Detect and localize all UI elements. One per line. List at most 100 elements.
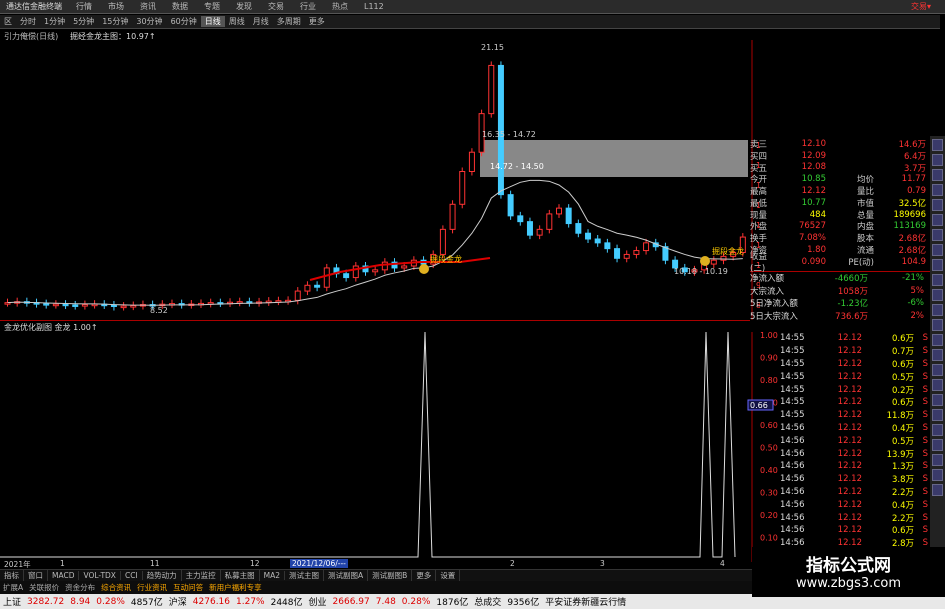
tick-cell: 0.5万 xyxy=(891,436,914,447)
tool-icon[interactable] xyxy=(932,469,943,481)
tick-cell: S xyxy=(922,371,928,382)
flow-cell: -6% xyxy=(907,298,924,309)
candle xyxy=(643,242,650,252)
period-item[interactable]: 60分钟 xyxy=(167,16,201,27)
tool-icon[interactable] xyxy=(932,349,943,361)
period-item[interactable]: 月线 xyxy=(249,16,273,27)
tool-icon[interactable] xyxy=(932,214,943,226)
x-label: 2 xyxy=(510,559,515,568)
quote-cell: 10.85 xyxy=(801,174,826,185)
function-tab[interactable]: 综合资讯 xyxy=(98,582,134,593)
period-item[interactable]: 1分钟 xyxy=(40,16,69,27)
indicator-tab[interactable]: 私募主图 xyxy=(221,570,260,581)
y-tick-label: 0.20 xyxy=(760,511,778,520)
tool-icon[interactable] xyxy=(932,379,943,391)
quote-cell: 今开 xyxy=(750,175,768,186)
sub-chart[interactable]: 1.000.900.800.700.600.500.400.300.200.10… xyxy=(0,332,780,567)
period-item[interactable]: 分时 xyxy=(16,16,40,27)
tick-cell: 12.12 xyxy=(837,358,862,369)
tool-icon[interactable] xyxy=(932,319,943,331)
index-pct: 0.28% xyxy=(96,596,125,607)
menu-news[interactable]: 资讯 xyxy=(132,1,164,12)
tool-icon[interactable] xyxy=(932,334,943,346)
tool-icon[interactable] xyxy=(932,439,943,451)
tool-icon[interactable] xyxy=(932,229,943,241)
tool-icon[interactable] xyxy=(932,424,943,436)
indicator-tab[interactable]: 指标 xyxy=(0,570,24,581)
trade-button[interactable]: 交易▾ xyxy=(911,1,945,12)
menu-l112[interactable]: L112 xyxy=(356,2,392,11)
tool-icon[interactable] xyxy=(932,409,943,421)
period-item[interactable]: 15分钟 xyxy=(98,16,132,27)
tool-icon[interactable] xyxy=(932,364,943,376)
tick-row: 14:55 12.12 11.8万 S xyxy=(780,409,930,422)
index-pct: 0.28% xyxy=(401,596,431,607)
indicator-tab[interactable]: 测试副图B xyxy=(368,570,413,581)
quote-cell: 均价 xyxy=(856,175,874,186)
quote-row: 买四 12.09 6.4万 xyxy=(750,150,930,162)
period-item-selected[interactable]: 日线 xyxy=(200,16,225,27)
tick-cell: 12.12 xyxy=(837,346,862,357)
indicator-tab[interactable]: MA2 xyxy=(260,571,286,580)
function-tab[interactable]: 关联报价 xyxy=(26,582,62,593)
indicator-tab[interactable]: 设置 xyxy=(436,570,461,581)
period-item[interactable]: 更多 xyxy=(305,16,329,27)
indicator-tab[interactable]: 窗口 xyxy=(24,570,48,581)
menu-quote[interactable]: 行情 xyxy=(68,1,100,12)
tick-cell: 14:56 xyxy=(780,448,805,459)
menu-topic[interactable]: 专题 xyxy=(196,1,228,12)
function-tab[interactable]: 新用户福利专享 xyxy=(206,582,265,593)
function-tab[interactable]: 资金分布 xyxy=(62,582,98,593)
tool-icon[interactable] xyxy=(932,199,943,211)
menu-market[interactable]: 市场 xyxy=(100,1,132,12)
menu-data[interactable]: 数据 xyxy=(164,1,196,12)
candle xyxy=(565,207,572,225)
tick-cell: 14:55 xyxy=(780,333,805,344)
tick-row: 14:56 12.12 0.6万 S xyxy=(780,524,930,537)
flow-cell: -4660万 xyxy=(834,274,868,285)
tool-icon[interactable] xyxy=(932,184,943,196)
tool-icon[interactable] xyxy=(932,259,943,271)
tick-list[interactable]: 14:55 12.12 0.6万 S 14:55 12.12 0.7万 S 14:55 12.12… xyxy=(780,332,930,575)
flow-cell: 净流入额 xyxy=(750,274,785,285)
candle xyxy=(110,304,117,308)
indicator-tab[interactable]: 更多 xyxy=(412,570,437,581)
tool-icon[interactable] xyxy=(932,154,943,166)
period-item[interactable]: 5分钟 xyxy=(69,16,98,27)
indicator-tab[interactable]: 主力监控 xyxy=(182,570,221,581)
indicator-tab[interactable]: MACD xyxy=(48,571,80,580)
tool-icon[interactable] xyxy=(932,304,943,316)
tool-icon[interactable] xyxy=(932,484,943,496)
function-tab[interactable]: 行业资讯 xyxy=(134,582,170,593)
tool-icon[interactable] xyxy=(932,169,943,181)
function-tab[interactable]: 扩展A xyxy=(0,582,26,593)
menu-discover[interactable]: 发现 xyxy=(228,1,260,12)
function-tab[interactable]: 互动问答 xyxy=(170,582,206,593)
menu-hot[interactable]: 热点 xyxy=(324,1,356,12)
menu-industry[interactable]: 行业 xyxy=(292,1,324,12)
flow-row: 净流入额 -4660万 -21% xyxy=(750,272,930,285)
period-item[interactable]: 多周期 xyxy=(273,16,305,27)
indicator-tab[interactable]: CCI xyxy=(121,571,143,580)
quote-cell: 12.08 xyxy=(801,162,826,173)
tool-icon[interactable] xyxy=(932,244,943,256)
tool-icon[interactable] xyxy=(932,454,943,466)
indicator-tab[interactable]: 测试副图A xyxy=(324,570,369,581)
period-item[interactable]: 30分钟 xyxy=(132,16,166,27)
watermark: 指标公式网 www.zbgs3.com xyxy=(752,547,945,597)
quote-cell: 32.5亿 xyxy=(898,198,926,209)
tool-icon[interactable] xyxy=(932,289,943,301)
indicator-tab[interactable]: 趋势动力 xyxy=(143,570,182,581)
indicator-tab[interactable]: 测试主图 xyxy=(285,570,325,581)
period-item[interactable]: 周线 xyxy=(225,16,249,27)
tick-cell: 12.12 xyxy=(837,410,862,421)
tool-icon[interactable] xyxy=(932,139,943,151)
tool-icon[interactable] xyxy=(932,274,943,286)
menu-trade[interactable]: 交易 xyxy=(260,1,292,12)
main-candle-chart[interactable]: 21.15 16.35 - 14.72 14.72 - 14.50 10.18 … xyxy=(0,40,760,330)
indicator-tab[interactable]: VOL-TDX xyxy=(79,571,121,580)
index-amount: 4857亿 xyxy=(130,598,163,608)
tick-cell: S xyxy=(922,448,928,459)
tool-icon[interactable] xyxy=(932,394,943,406)
period-item[interactable]: 区 xyxy=(0,16,16,27)
